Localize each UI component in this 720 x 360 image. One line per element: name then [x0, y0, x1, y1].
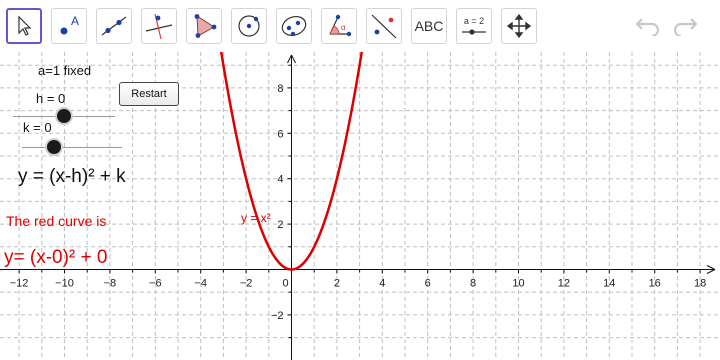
angle-tool-letter: α: [341, 23, 346, 32]
circle-center-point-tool-button[interactable]: [231, 8, 267, 44]
point-tool-button[interactable]: A: [51, 8, 87, 44]
curve-label: y = x²: [241, 211, 271, 225]
k-slider-knob[interactable]: [47, 140, 61, 154]
redo-icon: [673, 18, 698, 36]
x-tick-label: −6: [149, 278, 162, 290]
move-graphics-view-tool-button[interactable]: [501, 8, 537, 44]
x-tick-label: 8: [470, 278, 476, 290]
red-curve-equation: y= (x-0)² + 0: [4, 247, 108, 268]
toolbar: A α ABC a = 2: [0, 0, 720, 52]
line-tool-button[interactable]: [96, 8, 132, 44]
cursor-arrow-icon: [18, 15, 32, 36]
x-tick-label: −4: [194, 278, 207, 290]
x-tick-label: 2: [334, 278, 340, 290]
slider-tool-letter: a = 2: [464, 16, 484, 26]
restart-button[interactable]: Restart: [119, 82, 179, 106]
perpendicular-line-tool-button[interactable]: [141, 8, 177, 44]
general-equation: y = (x-h)² + k: [18, 166, 126, 187]
y-tick-label: −2: [271, 310, 284, 322]
y-tick-label: 8: [277, 83, 283, 95]
point-icon: A: [60, 14, 79, 35]
x-tick-label: 10: [512, 278, 524, 290]
x-tick-label: −12: [10, 278, 29, 290]
k-slider-track[interactable]: [22, 147, 122, 148]
x-tick-label: 0: [282, 278, 288, 290]
x-tick-label: −2: [240, 278, 253, 290]
line-icon: [101, 16, 127, 36]
move-tool-button[interactable]: [6, 8, 42, 44]
redo-button[interactable]: [670, 12, 700, 38]
x-tick-label: 16: [649, 278, 661, 290]
undo-icon: [635, 18, 660, 36]
x-tick-label: 14: [603, 278, 615, 290]
x-tick-label: 6: [425, 278, 431, 290]
angle-tool-button[interactable]: α: [321, 8, 357, 44]
y-tick-label: 4: [277, 174, 283, 186]
text-tool-button[interactable]: ABC: [411, 8, 447, 44]
reflect-icon: [371, 14, 397, 39]
point-tool-letter: A: [71, 14, 79, 28]
polygon-tool-button[interactable]: [186, 8, 222, 44]
y-tick-label: 6: [277, 128, 283, 140]
x-tick-label: 18: [694, 278, 706, 290]
text-tool-label: ABC: [414, 18, 444, 34]
graphics-view[interactable]: −12 −10 −8 −6 −4 −2 0 2 4 6 8 10 12 14 16 18 8 6 4 2 −2 y =…: [0, 52, 720, 360]
slider-icon: a = 2: [462, 16, 486, 35]
k-slider-label: k = 0: [23, 120, 52, 135]
h-slider-knob[interactable]: [57, 109, 71, 123]
reflect-tool-button[interactable]: [366, 8, 402, 44]
h-slider-label: h = 0: [36, 91, 66, 106]
move-view-icon: [506, 13, 532, 39]
coordinate-plane[interactable]: −12 −10 −8 −6 −4 −2 0 2 4 6 8 10 12 14 16 18 8 6 4 2 −2 y =…: [0, 52, 720, 360]
undo-button[interactable]: [633, 12, 663, 38]
ellipse-icon: [281, 15, 307, 37]
axes: [0, 54, 716, 360]
ellipse-tool-button[interactable]: [276, 8, 312, 44]
x-tick-label: 12: [558, 278, 570, 290]
angle-icon: α: [329, 14, 352, 37]
x-tick-label: −10: [55, 278, 74, 290]
circle-center-icon: [238, 15, 260, 37]
red-curve-caption: The red curve is: [6, 213, 107, 229]
slider-tool-button[interactable]: a = 2: [456, 8, 492, 44]
x-tick-label: 4: [379, 278, 385, 290]
a-fixed-label: a=1 fixed: [38, 63, 92, 78]
perpendicular-icon: [145, 13, 173, 40]
x-axis-ticks: −12 −10 −8 −6 −4 −2 0 2 4 6 8 10 12 14 16 18: [10, 269, 706, 290]
grid-minor-lines: [0, 52, 720, 360]
x-tick-label: −8: [104, 278, 117, 290]
y-tick-label: 2: [277, 219, 283, 231]
polygon-icon: [194, 14, 217, 38]
